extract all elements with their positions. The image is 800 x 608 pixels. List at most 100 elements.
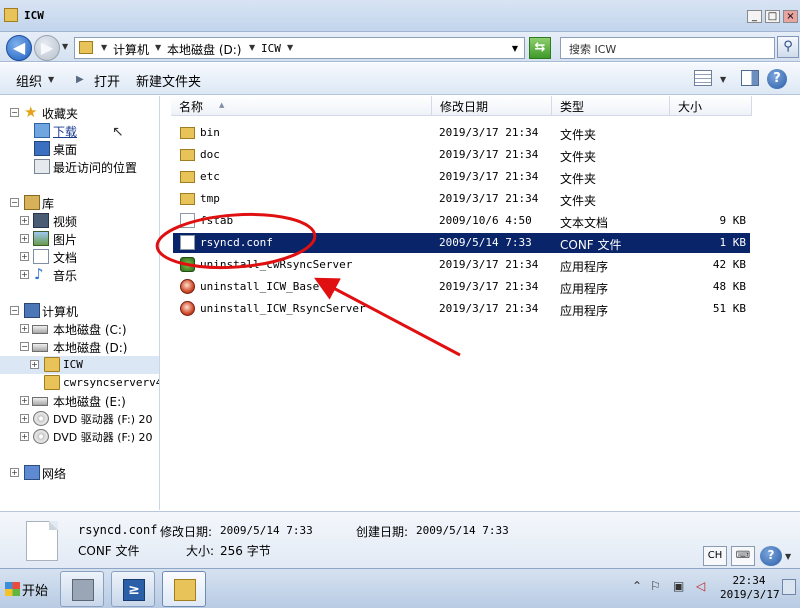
chevron-down-icon[interactable]: ▼ xyxy=(720,75,726,84)
column-header-name[interactable]: 名称 ▲ xyxy=(171,96,432,116)
expand-toggle[interactable]: + xyxy=(10,468,19,477)
table-row[interactable]: bin 2019/3/17 21:34 文件夹 xyxy=(173,123,750,143)
collapse-toggle[interactable]: − xyxy=(10,306,19,315)
nav-dvd-2[interactable]: + DVD 驱动器 (F:) 20 xyxy=(0,428,159,446)
collapse-toggle[interactable]: − xyxy=(10,198,19,207)
search-input[interactable]: 搜索 ICW xyxy=(560,37,775,59)
clock[interactable]: 22:34 2019/3/17 xyxy=(720,574,780,602)
expand-toggle[interactable]: + xyxy=(30,360,39,369)
nav-icw[interactable]: + ICW xyxy=(0,356,159,374)
organize-button[interactable]: 组织 xyxy=(16,71,42,90)
nav-libraries[interactable]: − 库 xyxy=(0,194,159,212)
minimize-button[interactable]: _ xyxy=(747,10,762,23)
volume-muted-icon[interactable]: ◁ xyxy=(696,579,705,593)
nav-pictures[interactable]: + 图片 xyxy=(0,230,159,248)
chevron-down-icon[interactable]: ▼ xyxy=(785,552,791,561)
collapse-toggle[interactable]: − xyxy=(10,108,19,117)
breadcrumb-icw[interactable]: ICW xyxy=(261,42,281,55)
file-name: fstab xyxy=(200,214,234,227)
open-button[interactable]: 打开 xyxy=(94,71,120,90)
table-row-selected[interactable]: rsyncd.conf 2009/5/14 7:33 CONF 文件 1 KB xyxy=(173,233,750,253)
nav-network[interactable]: + 网络 xyxy=(0,464,159,482)
expand-toggle[interactable]: + xyxy=(20,324,29,333)
help-icon[interactable]: ? xyxy=(760,546,782,566)
nav-recent[interactable]: 最近访问的位置 xyxy=(0,158,159,176)
table-row[interactable]: doc 2019/3/17 21:34 文件夹 xyxy=(173,145,750,165)
nav-downloads[interactable]: 下载 ↖ xyxy=(0,122,159,140)
folder-icon xyxy=(4,8,18,22)
open-icon: ▶ xyxy=(76,74,84,85)
nav-drive-d[interactable]: − 本地磁盘 (D:) xyxy=(0,338,159,356)
table-row[interactable]: tmp 2019/3/17 21:34 文件夹 xyxy=(173,189,750,209)
server-manager-icon xyxy=(72,579,94,601)
expand-toggle[interactable]: + xyxy=(20,234,29,243)
nav-dvd-1[interactable]: + DVD 驱动器 (F:) 20 xyxy=(0,410,159,428)
preview-pane-icon[interactable] xyxy=(741,70,759,86)
details-created-value: 2009/5/14 7:33 xyxy=(416,524,509,537)
taskbar-server-manager[interactable] xyxy=(60,571,104,607)
show-desktop-button[interactable] xyxy=(782,579,796,595)
close-button[interactable]: × xyxy=(783,10,798,23)
recent-pages-dropdown[interactable]: ▼ xyxy=(62,42,68,51)
nav-label: 网络 xyxy=(42,467,67,481)
nav-favorites[interactable]: − ★ 收藏夹 xyxy=(0,104,159,122)
taskbar-powershell[interactable]: ≥ xyxy=(111,571,155,607)
breadcrumb-computer[interactable]: 计算机 xyxy=(113,41,149,58)
table-row[interactable]: uninstall_cwRsyncServer 2019/3/17 21:34 … xyxy=(173,255,750,275)
chevron-down-icon[interactable]: ▼ xyxy=(48,75,54,84)
column-header-size[interactable]: 大小 xyxy=(670,96,752,116)
refresh-button[interactable]: ⇆ xyxy=(529,37,551,59)
file-size: 48 KB xyxy=(712,280,746,293)
file-date: 2019/3/17 21:34 xyxy=(439,170,539,183)
nav-label: 下载 xyxy=(53,125,78,139)
table-row[interactable]: etc 2019/3/17 21:34 文件夹 xyxy=(173,167,750,187)
start-button[interactable]: 开始 xyxy=(2,576,52,602)
view-options-icon[interactable] xyxy=(694,70,712,86)
chevron-down-icon[interactable]: ▼ xyxy=(101,43,107,52)
breadcrumb-drive-d[interactable]: 本地磁盘 (D:) xyxy=(167,41,241,58)
chevron-down-icon[interactable]: ▼ xyxy=(287,43,293,52)
expand-toggle[interactable]: + xyxy=(20,414,29,423)
exe-icon xyxy=(180,301,195,316)
expand-toggle[interactable]: + xyxy=(20,270,29,279)
forward-button[interactable]: ▶ xyxy=(34,35,60,61)
nav-documents[interactable]: + 文档 xyxy=(0,248,159,266)
file-name: tmp xyxy=(200,192,220,205)
show-hidden-icons-icon[interactable]: ⌃ xyxy=(632,579,642,593)
nav-drive-c[interactable]: + 本地磁盘 (C:) xyxy=(0,320,159,338)
network-status-icon[interactable]: ▣ xyxy=(673,579,684,593)
nav-cwrsync[interactable]: cwrsyncserverv4. xyxy=(0,374,159,392)
search-icon[interactable]: ⚲ xyxy=(777,36,799,58)
expand-toggle[interactable]: + xyxy=(20,216,29,225)
address-dropdown[interactable]: ▼ xyxy=(512,44,518,53)
nav-label: 库 xyxy=(42,197,55,211)
table-row[interactable]: uninstall_ICW_RsyncServer 2019/3/17 21:3… xyxy=(173,299,750,319)
nav-computer[interactable]: − 计算机 xyxy=(0,302,159,320)
expand-toggle[interactable]: + xyxy=(20,252,29,261)
collapse-toggle[interactable]: − xyxy=(20,342,29,351)
chevron-down-icon[interactable]: ▼ xyxy=(155,43,161,52)
nav-music[interactable]: + ♪ 音乐 xyxy=(0,266,159,284)
column-header-type[interactable]: 类型 xyxy=(552,96,670,116)
chevron-down-icon[interactable]: ▼ xyxy=(249,43,255,52)
table-row[interactable]: fstab 2009/10/6 4:50 文本文档 9 KB xyxy=(173,211,750,231)
address-box[interactable]: ▼ 计算机 ▼ 本地磁盘 (D:) ▼ ICW ▼ ▼ xyxy=(74,37,525,59)
windows-logo-icon xyxy=(5,582,20,596)
column-header-modified[interactable]: 修改日期 xyxy=(432,96,552,116)
maximize-button[interactable]: □ xyxy=(765,10,780,23)
expand-toggle[interactable]: + xyxy=(20,396,29,405)
expand-toggle[interactable]: + xyxy=(20,432,29,441)
taskbar-explorer[interactable] xyxy=(162,571,206,607)
keyboard-icon[interactable]: ⌨ xyxy=(731,546,755,566)
sort-ascending-icon: ▲ xyxy=(219,101,225,109)
table-row[interactable]: uninstall_ICW_Base 2019/3/17 21:34 应用程序 … xyxy=(173,277,750,297)
back-button[interactable]: ◀ xyxy=(6,35,32,61)
help-icon[interactable]: ? xyxy=(767,69,787,89)
nav-videos[interactable]: + 视频 xyxy=(0,212,159,230)
nav-desktop[interactable]: 桌面 xyxy=(0,140,159,158)
ime-indicator[interactable]: CH xyxy=(703,546,727,566)
new-folder-button[interactable]: 新建文件夹 xyxy=(136,71,201,90)
nav-drive-e[interactable]: + 本地磁盘 (E:) xyxy=(0,392,159,410)
command-bar: 组织 ▼ ▶ 打开 新建文件夹 ▼ ? xyxy=(0,63,800,95)
flag-icon[interactable]: ⚐ xyxy=(650,579,661,593)
